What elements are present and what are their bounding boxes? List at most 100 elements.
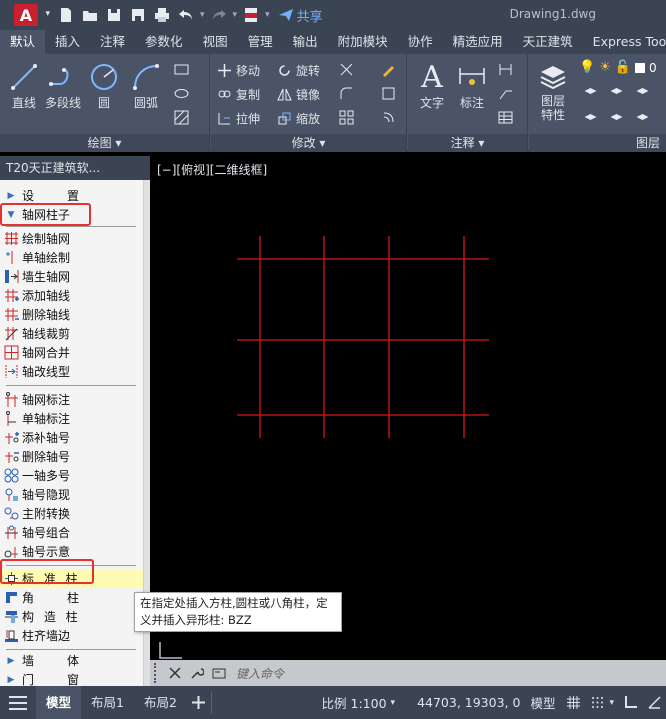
line-button[interactable]: 直线: [4, 60, 44, 111]
layer-tool-icon[interactable]: [581, 108, 599, 126]
tab-collaborate[interactable]: 协作: [398, 30, 443, 54]
palette-item-grid-dimension[interactable]: 轴网标注: [0, 390, 143, 409]
palette-item-add-axis-number[interactable]: 添补轴号: [0, 428, 143, 447]
explode-icon[interactable]: [379, 84, 397, 102]
menu-icon[interactable]: [0, 695, 36, 710]
palette-item-structural-column[interactable]: 构 造 柱: [0, 607, 143, 626]
tab-insert[interactable]: 插入: [45, 30, 90, 54]
layer-tool-icon[interactable]: [607, 108, 625, 126]
app-menu-button[interactable]: A ▾: [14, 4, 50, 26]
palette-item-number-group[interactable]: 轴号组合: [0, 523, 143, 542]
scale-button[interactable]: 缩放: [277, 108, 320, 128]
tab-layout2[interactable]: 布局2: [134, 686, 187, 719]
circle-button[interactable]: 圆: [84, 60, 124, 111]
tab-addins[interactable]: 附加模块: [328, 30, 398, 54]
open-folder-icon[interactable]: [80, 5, 100, 25]
stretch-button[interactable]: 拉伸: [217, 108, 260, 128]
new-file-icon[interactable]: [56, 5, 76, 25]
palette-item-axis-linetype[interactable]: 轴改线型: [0, 362, 143, 381]
section-wall[interactable]: ▶ 墙 体: [0, 651, 143, 670]
fillet-icon[interactable]: [337, 84, 355, 102]
tab-model[interactable]: 模型: [36, 686, 82, 719]
linear-dimension-icon[interactable]: [496, 60, 514, 78]
layer-tool-icon[interactable]: [581, 84, 599, 102]
tab-manage[interactable]: 管理: [238, 30, 283, 54]
arc-button[interactable]: 圆弧: [126, 60, 166, 111]
trim-icon[interactable]: [337, 60, 355, 78]
chevron-down-icon[interactable]: ▾: [265, 10, 270, 20]
chevron-down-icon[interactable]: ▾: [391, 698, 396, 708]
palette-item-delete-axis-number[interactable]: 删除轴号: [0, 447, 143, 466]
grid-display-icon[interactable]: [561, 691, 585, 715]
layer-properties-button[interactable]: 图层 特性: [531, 60, 575, 122]
palette-item-trim-axis[interactable]: 轴线裁剪: [0, 324, 143, 343]
palette-item-align-column[interactable]: 柱齐墙边: [0, 626, 143, 645]
palette-item-draw-grid[interactable]: 绘制轴网: [0, 229, 143, 248]
layer-tool-icon[interactable]: [607, 84, 625, 102]
rectangle-icon[interactable]: [172, 60, 190, 78]
palette-item-merge-grid[interactable]: 轴网合并: [0, 343, 143, 362]
hatch-icon[interactable]: [172, 108, 190, 126]
palette-item-multi-number[interactable]: 一轴多号: [0, 466, 143, 485]
save-icon[interactable]: [104, 5, 124, 25]
rotate-button[interactable]: 旋转: [277, 60, 320, 80]
palette-item-wall-to-grid[interactable]: 墙生轴网: [0, 267, 143, 286]
chevron-down-icon[interactable]: ▾: [609, 698, 614, 708]
add-layout-icon[interactable]: [187, 691, 211, 715]
annotation-scale[interactable]: 比例 1:100: [322, 693, 387, 712]
tab-tangent[interactable]: 天正建筑: [513, 30, 583, 54]
palette-item-single-axis[interactable]: 单轴绘制: [0, 248, 143, 267]
drawing-canvas[interactable]: [150, 156, 666, 660]
layers-group-footer[interactable]: 图层: [529, 134, 666, 152]
tab-annotate[interactable]: 注释: [90, 30, 135, 54]
model-space-button[interactable]: 模型: [530, 693, 555, 712]
palette-item-toggle-number[interactable]: 轴号隐现: [0, 485, 143, 504]
snap-mode-icon[interactable]: [585, 691, 609, 715]
tab-view[interactable]: 视图: [193, 30, 238, 54]
tab-output[interactable]: 输出: [283, 30, 328, 54]
layer-tool-icon[interactable]: [633, 84, 651, 102]
palette-item-corner-column[interactable]: 角 柱: [0, 588, 143, 607]
erase-icon[interactable]: [379, 60, 397, 78]
viewport-controls-label[interactable]: [−][俯视][二维线框]: [157, 161, 267, 178]
wrench-icon[interactable]: [186, 662, 208, 684]
tab-home[interactable]: 默认: [0, 30, 46, 54]
undo-icon[interactable]: [176, 5, 196, 25]
chevron-down-icon[interactable]: ▾: [233, 10, 238, 20]
array-icon[interactable]: [337, 108, 355, 126]
chevron-down-icon[interactable]: ▾: [200, 10, 205, 20]
move-button[interactable]: 移动: [217, 60, 260, 80]
annotation-group-footer[interactable]: 注释 ▾: [408, 134, 527, 152]
command-input[interactable]: 键入命令: [236, 665, 284, 682]
palette-item-delete-axis[interactable]: 删除轴线: [0, 305, 143, 324]
draw-group-footer[interactable]: 绘图 ▾: [0, 134, 209, 152]
dwf-export-icon[interactable]: [241, 5, 261, 25]
leader-icon[interactable]: [496, 84, 514, 102]
print-icon[interactable]: [152, 5, 172, 25]
layer-dropdown[interactable]: 💡 ☀ 🔓 0: [579, 60, 657, 75]
polyline-button[interactable]: 多段线: [44, 60, 82, 111]
palette-item-single-axis-label[interactable]: 单轴标注: [0, 409, 143, 428]
layer-tool-icon[interactable]: [633, 108, 651, 126]
palette-item-add-axis[interactable]: 添加轴线: [0, 286, 143, 305]
ortho-icon[interactable]: [618, 691, 642, 715]
palette-item-main-sub-switch[interactable]: 主附转换: [0, 504, 143, 523]
close-icon[interactable]: [164, 662, 186, 684]
table-icon[interactable]: [496, 108, 514, 126]
tab-featured-apps[interactable]: 精选应用: [443, 30, 513, 54]
share-button[interactable]: 共享: [278, 6, 323, 25]
modify-group-footer[interactable]: 修改 ▾: [211, 134, 406, 152]
copy-button[interactable]: 复制: [217, 84, 260, 104]
save-as-icon[interactable]: [128, 5, 148, 25]
tab-layout1[interactable]: 布局1: [81, 686, 134, 719]
tab-express-tools[interactable]: Express Tools: [583, 30, 666, 54]
text-button[interactable]: A 文字: [412, 60, 452, 111]
drag-handle[interactable]: [154, 663, 164, 683]
redo-icon[interactable]: [209, 5, 229, 25]
command-history-icon[interactable]: [208, 662, 230, 684]
ellipse-icon[interactable]: [172, 84, 190, 102]
polar-tracking-icon[interactable]: [642, 691, 666, 715]
mirror-button[interactable]: 镜像: [277, 84, 320, 104]
tab-parametric[interactable]: 参数化: [135, 30, 193, 54]
dimension-button[interactable]: 标注: [452, 60, 492, 111]
